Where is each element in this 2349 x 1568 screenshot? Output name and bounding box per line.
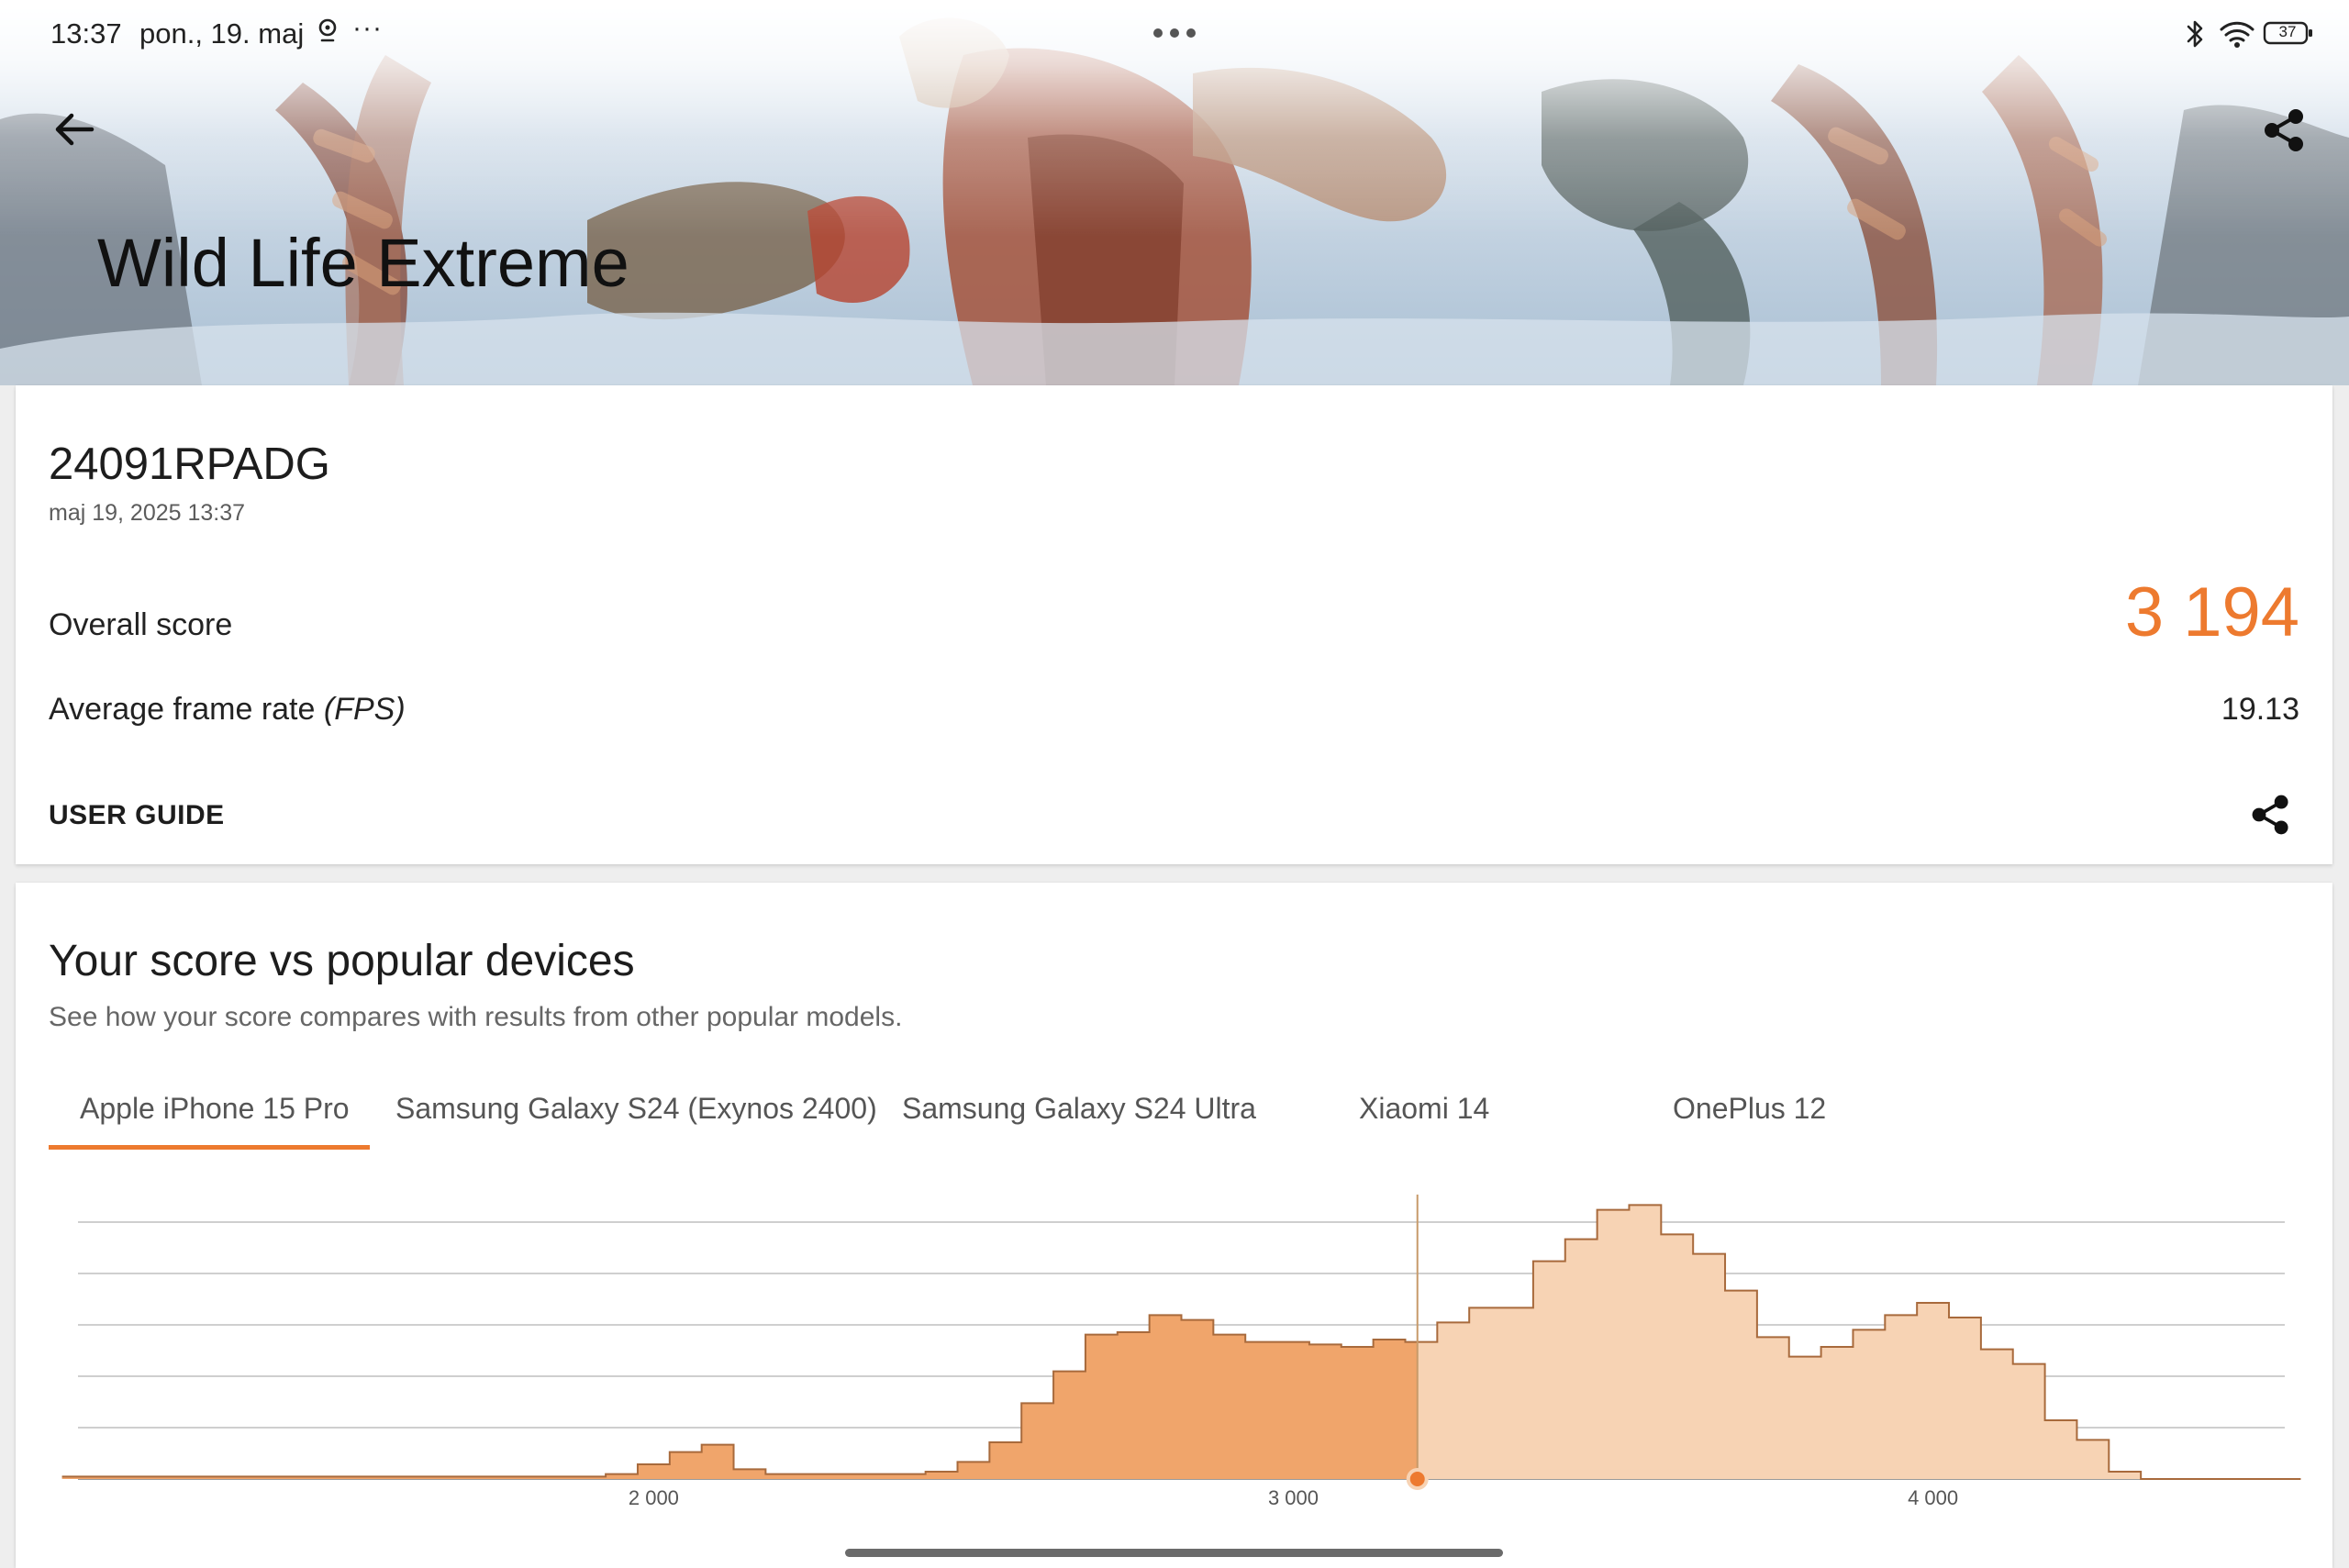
comparison-title: Your score vs popular devices [49, 937, 635, 985]
tab-xiaomi-14[interactable]: Xiaomi 14 [1359, 1092, 1489, 1126]
fps-label-text: Average frame rate [49, 692, 316, 727]
header-banner: 13:37 pon., 19. maj ··· 37 Wild Life Ext… [0, 0, 2349, 385]
status-more-icon: ··· [352, 13, 383, 43]
status-time: 13:37 [50, 17, 122, 50]
page-title: Wild Life Extreme [97, 225, 629, 301]
active-tab-indicator [49, 1145, 370, 1150]
wifi-icon [2220, 21, 2254, 48]
x-tick-label: 3 000 [1268, 1486, 1319, 1509]
overall-score-label: Overall score [49, 607, 233, 642]
location-icon [318, 18, 337, 42]
share-icon[interactable] [2259, 105, 2310, 156]
histogram-above-score [1417, 1205, 2301, 1479]
status-date: pon., 19. maj [139, 17, 305, 50]
score-distribution-chart: 2 000 3 000 4 000 [61, 1195, 2301, 1509]
overall-score-value: 3 194 [2124, 573, 2299, 651]
run-date: maj 19, 2025 13:37 [49, 500, 246, 526]
comparison-card: Your score vs popular devices See how yo… [16, 883, 2332, 1568]
comparison-subtitle: See how your score compares with results… [49, 1002, 903, 1032]
tab-samsung-galaxy-s24-ultra[interactable]: Samsung Galaxy S24 Ultra [902, 1092, 1256, 1126]
user-guide-link[interactable]: USER GUIDE [49, 800, 225, 831]
fps-unit: (FPS) [323, 692, 406, 727]
status-bar: 13:37 pon., 19. maj ··· 37 [0, 0, 2349, 66]
device-name: 24091RPADG [49, 439, 330, 489]
battery-level: 37 [2278, 23, 2297, 40]
tab-apple-iphone-15-pro[interactable]: Apple iPhone 15 Pro [80, 1092, 350, 1126]
user-score-marker [1406, 1468, 1429, 1490]
home-indicator[interactable] [845, 1549, 1503, 1557]
tab-oneplus-12[interactable]: OnePlus 12 [1673, 1092, 1826, 1126]
x-axis-ticks: 2 000 3 000 4 000 [629, 1486, 1958, 1509]
back-arrow-icon[interactable] [48, 103, 101, 156]
x-tick-label: 2 000 [629, 1486, 679, 1509]
bluetooth-icon [2187, 20, 2203, 48]
share-icon[interactable] [2247, 791, 2295, 839]
result-card: 24091RPADG maj 19, 2025 13:37 Overall sc… [16, 385, 2332, 864]
fps-label: Average frame rate (FPS) [49, 692, 406, 728]
x-tick-label: 4 000 [1908, 1486, 1958, 1509]
multitask-dots-icon[interactable] [1150, 15, 1199, 51]
histogram-below-score [61, 1315, 1418, 1479]
fps-value: 19.13 [2221, 692, 2299, 727]
tab-samsung-galaxy-s24-exynos[interactable]: Samsung Galaxy S24 (Exynos 2400) [395, 1092, 877, 1126]
